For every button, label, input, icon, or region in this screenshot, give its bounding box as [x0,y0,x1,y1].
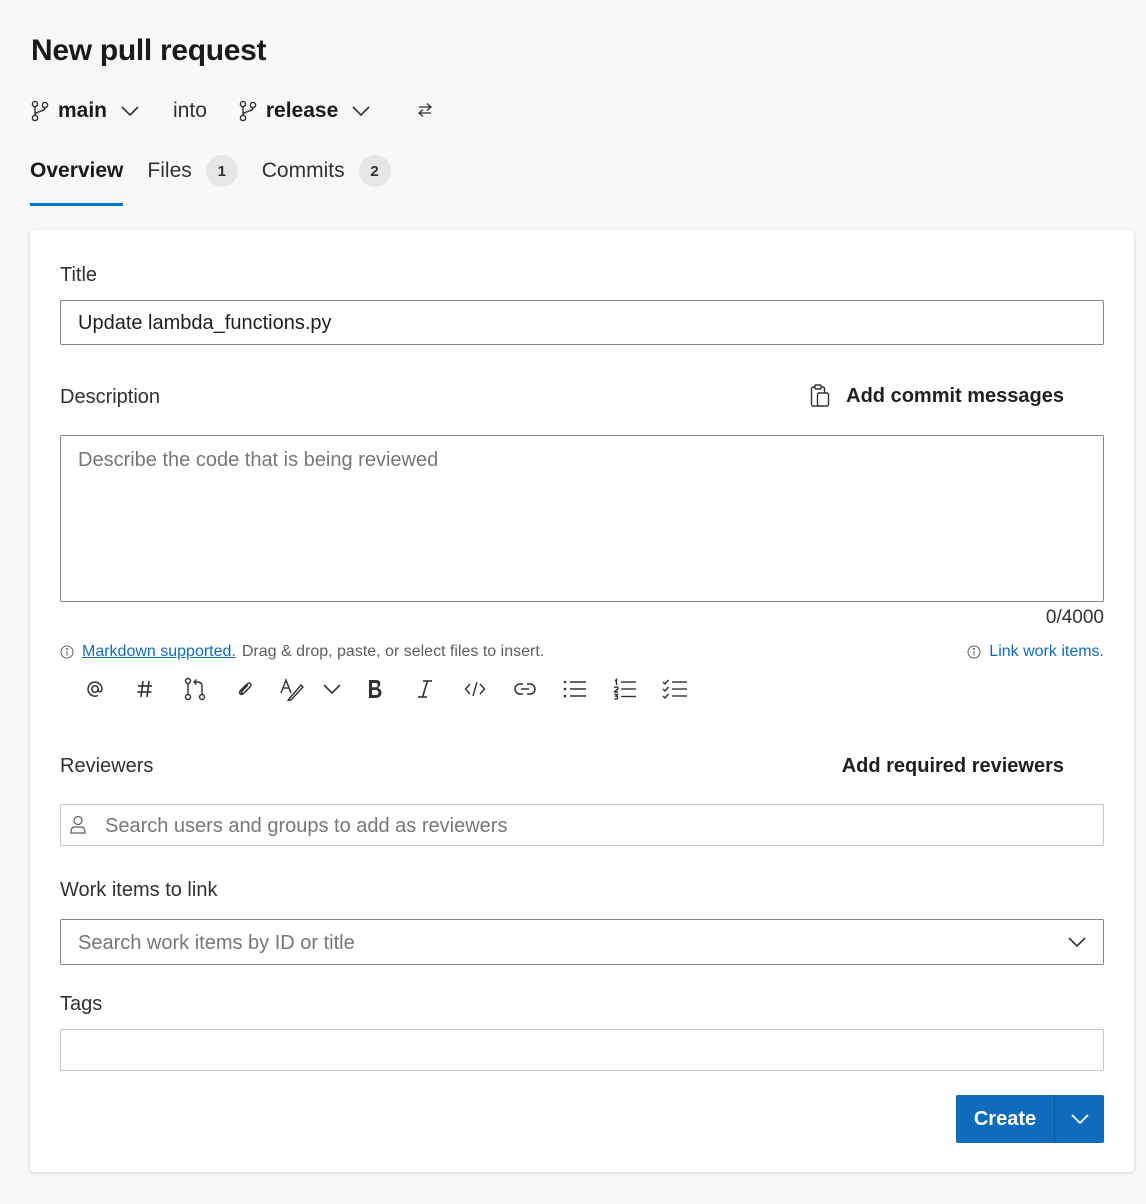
work-items-placeholder: Search work items by ID or title [78,932,355,954]
branch-selector-row: main into release [31,96,436,126]
source-branch-dropdown[interactable]: main [31,99,143,123]
mention-icon[interactable] [70,674,120,704]
pull-request-form: Title Update lambda_functions.py Descrip… [30,230,1134,1172]
tab-bar: Overview Files 1 Commits 2 [30,154,415,206]
info-icon [60,645,74,659]
info-icon [967,645,981,659]
character-counter: 0/4000 [1045,607,1104,628]
attach-icon[interactable] [220,674,270,704]
source-branch-name: main [58,99,108,122]
person-icon [70,815,86,835]
chevron-down-icon [1070,1113,1089,1125]
create-options-dropdown[interactable] [1055,1095,1104,1143]
into-label: into [173,99,207,122]
branch-icon [31,100,51,122]
work-items-search-dropdown[interactable]: Search work items by ID or title [60,919,1104,965]
pull-request-icon[interactable] [170,674,220,704]
tab-overview[interactable]: Overview [30,154,124,206]
markdown-supported-link[interactable]: Markdown supported. [82,643,236,661]
checklist-icon[interactable] [650,674,700,704]
target-branch-dropdown[interactable]: release [239,99,374,123]
create-split-button: Create [956,1095,1104,1143]
format-text-icon[interactable] [270,674,314,704]
italic-icon[interactable] [400,674,450,704]
hashtag-icon[interactable] [120,674,170,704]
tab-label: Files [147,159,192,182]
target-branch-name: release [265,99,339,122]
description-placeholder: Describe the code that is being reviewed [78,449,439,471]
add-required-reviewers-button[interactable]: Add required reviewers [842,755,1064,778]
commits-count-badge: 2 [358,155,391,187]
reviewers-placeholder: Search users and groups to add as review… [105,815,508,837]
link-icon[interactable] [500,674,550,704]
title-input-value: Update lambda_functions.py [78,312,332,334]
chevron-down-icon[interactable] [314,674,350,704]
tags-input[interactable] [60,1029,1104,1071]
add-commit-messages-label: Add commit messages [846,384,1064,407]
clipboard-icon [810,384,830,408]
reviewers-label: Reviewers [60,755,154,777]
chevron-down-icon [352,104,374,118]
description-hints: Markdown supported. Drag & drop, paste, … [60,643,1104,665]
tab-label: Overview [30,159,124,182]
title-input[interactable]: Update lambda_functions.py [60,300,1104,345]
reviewers-search-input[interactable]: Search users and groups to add as review… [60,804,1104,846]
bulleted-list-icon[interactable] [550,674,600,704]
files-count-badge: 1 [205,155,238,187]
markdown-hint-text: Drag & drop, paste, or select files to i… [241,643,545,660]
formatting-toolbar [70,674,700,704]
link-work-items-link[interactable]: Link work items. [989,643,1104,661]
numbered-list-icon[interactable] [600,674,650,704]
bold-icon[interactable] [350,674,400,704]
tags-label: Tags [60,993,103,1015]
add-commit-messages-button[interactable]: Add commit messages [810,384,1064,408]
page-title: New pull request [31,34,267,67]
chevron-down-icon [121,104,143,118]
tab-commits[interactable]: Commits 2 [262,154,391,206]
work-items-label: Work items to link [60,879,218,901]
title-label: Title [60,264,98,286]
swap-branches-icon[interactable] [416,101,436,121]
code-icon[interactable] [450,674,500,704]
description-label: Description [60,386,161,408]
tab-files[interactable]: Files 1 [147,154,238,206]
description-textarea[interactable]: Describe the code that is being reviewed [60,435,1104,602]
chevron-down-icon [1068,937,1086,948]
branch-icon [239,100,259,122]
tab-label: Commits [261,159,345,182]
create-button[interactable]: Create [956,1095,1055,1143]
